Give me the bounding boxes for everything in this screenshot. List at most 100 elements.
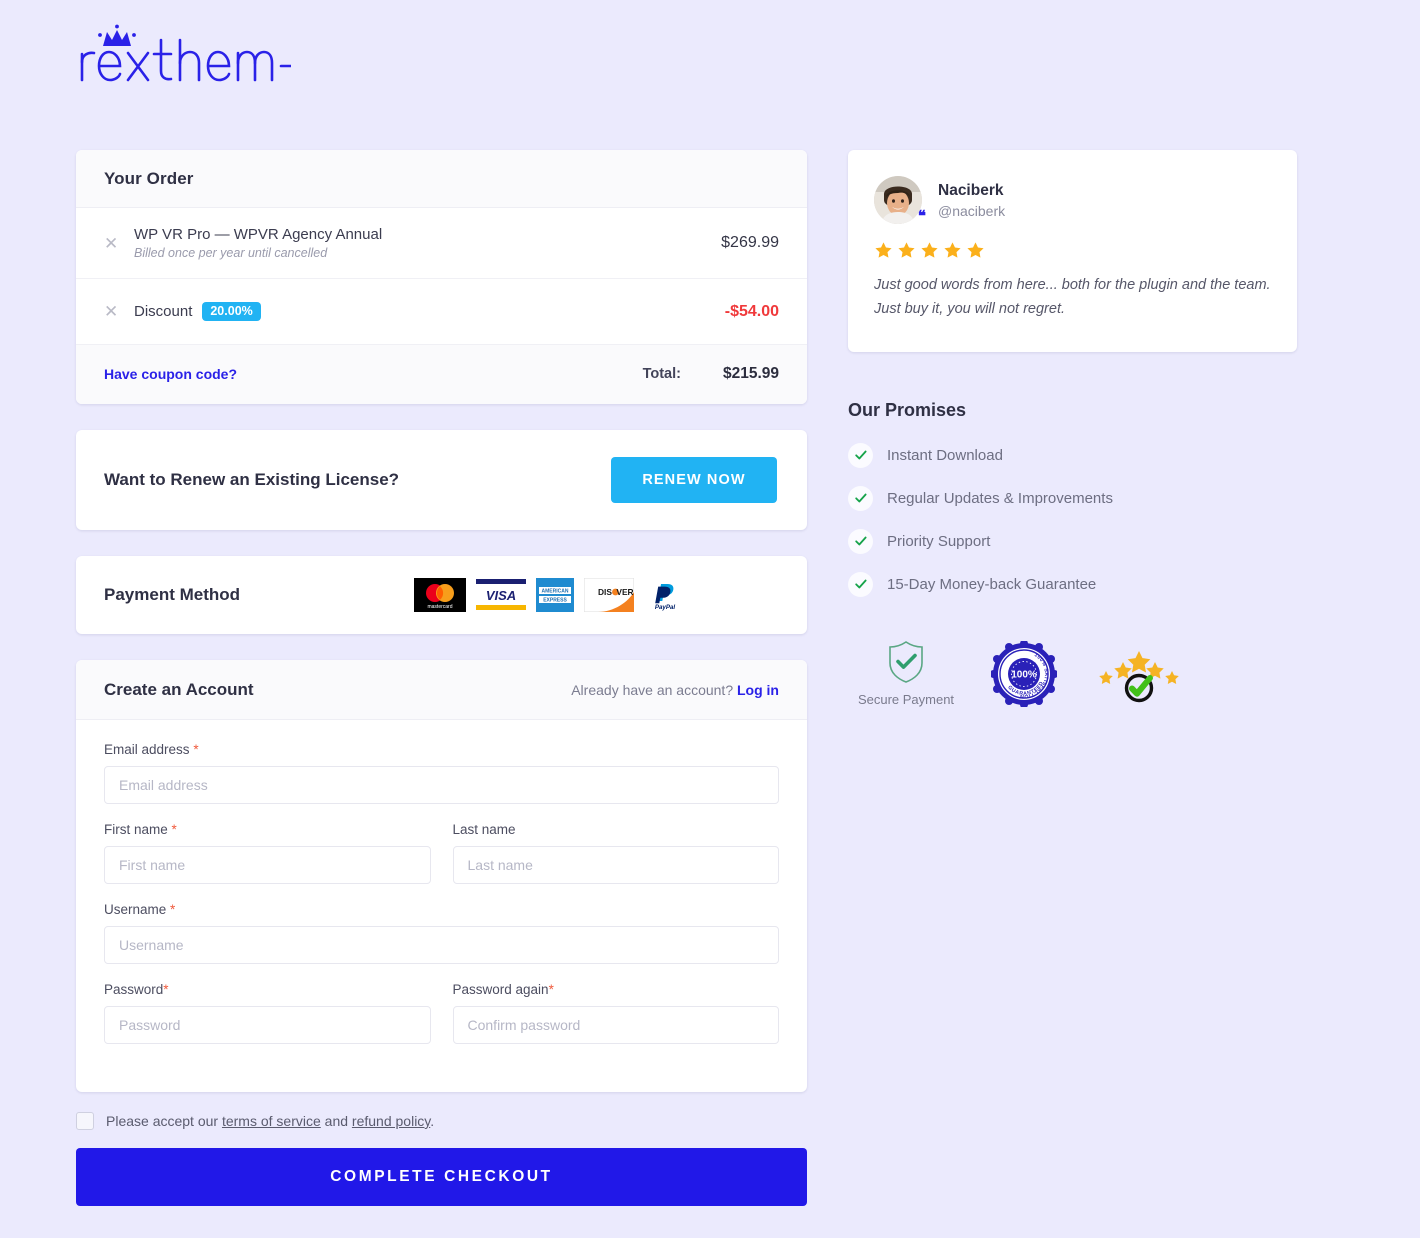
promises-section: Our Promises Instant Download Regular Up… <box>848 400 1297 597</box>
order-discount-row: ✕ Discount 20.00% -$54.00 <box>76 279 807 345</box>
stars-check-icon <box>1099 650 1179 703</box>
login-prompt: Already have an account? Log in <box>571 682 779 698</box>
email-label: Email address * <box>104 742 779 757</box>
check-icon <box>848 528 873 554</box>
avatar <box>874 176 922 224</box>
promise-item: Regular Updates & Improvements <box>848 485 1297 511</box>
payment-method-title: Payment Method <box>104 585 241 604</box>
checkout-main-column: Your Order ✕ WP VR Pro — WPVR Agency Ann… <box>76 150 807 1206</box>
star-icon <box>944 242 961 258</box>
promise-item: Instant Download <box>848 442 1297 468</box>
secure-payment-badge: Secure Payment <box>848 639 964 707</box>
first-name-label-text: First name <box>104 822 168 837</box>
star-icon <box>967 242 984 258</box>
password-field-group: Password* <box>104 982 431 1044</box>
check-icon <box>848 571 873 597</box>
testimonial-header: ❝ Naciberk @naciberk <box>874 176 1271 224</box>
trust-badges: Secure Payment 100% SATISFACTION GUARANT… <box>848 639 1297 707</box>
password-again-field-group: Password again* <box>452 982 779 1044</box>
star-rating-badge <box>1084 639 1194 703</box>
star-icon <box>921 242 938 258</box>
username-label: Username * <box>104 902 779 917</box>
create-account-card: Create an Account Already have an accoun… <box>76 660 807 1092</box>
renew-title: Want to Renew an Existing License? <box>104 470 400 489</box>
order-summary-card: Your Order ✕ WP VR Pro — WPVR Agency Ann… <box>76 150 807 404</box>
terms-middle: and <box>320 1113 352 1129</box>
satisfaction-seal-badge: 100% SATISFACTION GUARANTEED 100% <box>968 639 1080 707</box>
svg-text:EXPRESS: EXPRESS <box>543 598 567 604</box>
discount-info: Discount 20.00% <box>134 301 725 322</box>
terms-prefix: Please accept our <box>106 1113 222 1129</box>
promise-label: Instant Download <box>887 446 1003 464</box>
checkout-page: Your Order ✕ WP VR Pro — WPVR Agency Ann… <box>0 0 1420 1238</box>
remove-item-icon[interactable]: ✕ <box>104 235 134 252</box>
last-name-field-group: Last name <box>452 822 779 884</box>
required-asterisk: * <box>171 822 177 837</box>
username-input[interactable] <box>104 926 779 964</box>
svg-text:AMERICAN: AMERICAN <box>542 589 569 595</box>
password-label-text: Password <box>104 982 164 997</box>
password-again-input[interactable] <box>452 1006 779 1044</box>
check-icon <box>848 442 873 468</box>
svg-text:VER: VER <box>616 587 633 597</box>
discount-amount: -$54.00 <box>724 302 779 320</box>
create-account-header: Create an Account Already have an accoun… <box>76 660 807 720</box>
email-label-text: Email address <box>104 742 190 757</box>
order-title: Your Order <box>104 169 194 188</box>
promise-label: Priority Support <box>887 532 991 550</box>
svg-text:PayPal: PayPal <box>655 604 676 611</box>
terms-row: Please accept our terms of service and r… <box>76 1112 807 1130</box>
promise-item: Priority Support <box>848 528 1297 554</box>
order-header: Your Order <box>76 150 807 208</box>
checkout-sidebar: ❝ Naciberk @naciberk Just good words fro… <box>848 150 1297 707</box>
order-footer: Have coupon code? Total: $215.99 <box>76 345 807 404</box>
email-field-group: Email address * <box>104 742 779 804</box>
discover-icon: DISC VER <box>584 578 635 612</box>
terms-checkbox[interactable] <box>76 1112 94 1130</box>
site-logo[interactable] <box>76 24 376 88</box>
terms-suffix: . <box>430 1113 435 1129</box>
total-value: $215.99 <box>722 365 779 382</box>
promise-label: 15-Day Money-back Guarantee <box>887 575 1097 593</box>
shield-check-icon <box>889 640 923 683</box>
mastercard-icon: mastercard <box>414 578 467 612</box>
testimonial-card: ❝ Naciberk @naciberk Just good words fro… <box>848 150 1297 352</box>
renew-license-card: Want to Renew an Existing License? RENEW… <box>76 430 807 530</box>
remove-discount-icon[interactable]: ✕ <box>104 303 134 320</box>
order-total: Total: $215.99 <box>643 365 779 383</box>
seal-center-text: 100% <box>1011 669 1037 680</box>
terms-of-service-link[interactable]: terms of service <box>222 1113 321 1129</box>
name-row: First name * Last name <box>104 822 779 902</box>
satisfaction-seal-icon: 100% SATISFACTION GUARANTEED 100% <box>991 640 1057 707</box>
svg-text:mastercard: mastercard <box>428 604 453 610</box>
first-name-input[interactable] <box>104 846 431 884</box>
discount-label: Discount <box>134 303 193 320</box>
promise-item: 15-Day Money-back Guarantee <box>848 571 1297 597</box>
order-item-info: WP VR Pro — WPVR Agency Annual Billed on… <box>134 226 721 260</box>
password-again-label-text: Password again <box>452 982 549 997</box>
email-input[interactable] <box>104 766 779 804</box>
required-asterisk: * <box>193 742 199 757</box>
order-item-price: $269.99 <box>721 234 779 251</box>
first-name-field-group: First name * <box>104 822 431 884</box>
testimonial-identity: Naciberk @naciberk <box>938 182 1005 219</box>
password-input[interactable] <box>104 1006 431 1044</box>
complete-checkout-button[interactable]: COMPLETE CHECKOUT <box>76 1148 807 1206</box>
rextheme-logo-icon <box>80 24 291 82</box>
required-asterisk: * <box>170 902 176 917</box>
testimonial-name: Naciberk <box>938 181 1004 199</box>
coupon-code-link[interactable]: Have coupon code? <box>104 366 237 382</box>
testimonial-rating <box>874 241 1271 260</box>
last-name-input[interactable] <box>452 846 779 884</box>
check-icon <box>848 485 873 511</box>
payment-method-icons: mastercard VISA AMERICAN EXPRESS DISC VE… <box>414 578 687 612</box>
login-link[interactable]: Log in <box>737 682 779 698</box>
quote-icon: ❝ <box>917 208 926 225</box>
refund-policy-link[interactable]: refund policy <box>352 1113 430 1129</box>
renew-now-button[interactable]: RENEW NOW <box>611 457 777 503</box>
username-field-group: Username * <box>104 902 779 964</box>
order-item-title: WP VR Pro — WPVR Agency Annual <box>134 226 383 243</box>
testimonial-handle: @naciberk <box>938 202 1006 219</box>
discount-badge: 20.00% <box>202 301 261 322</box>
promises-title: Our Promises <box>848 399 967 420</box>
